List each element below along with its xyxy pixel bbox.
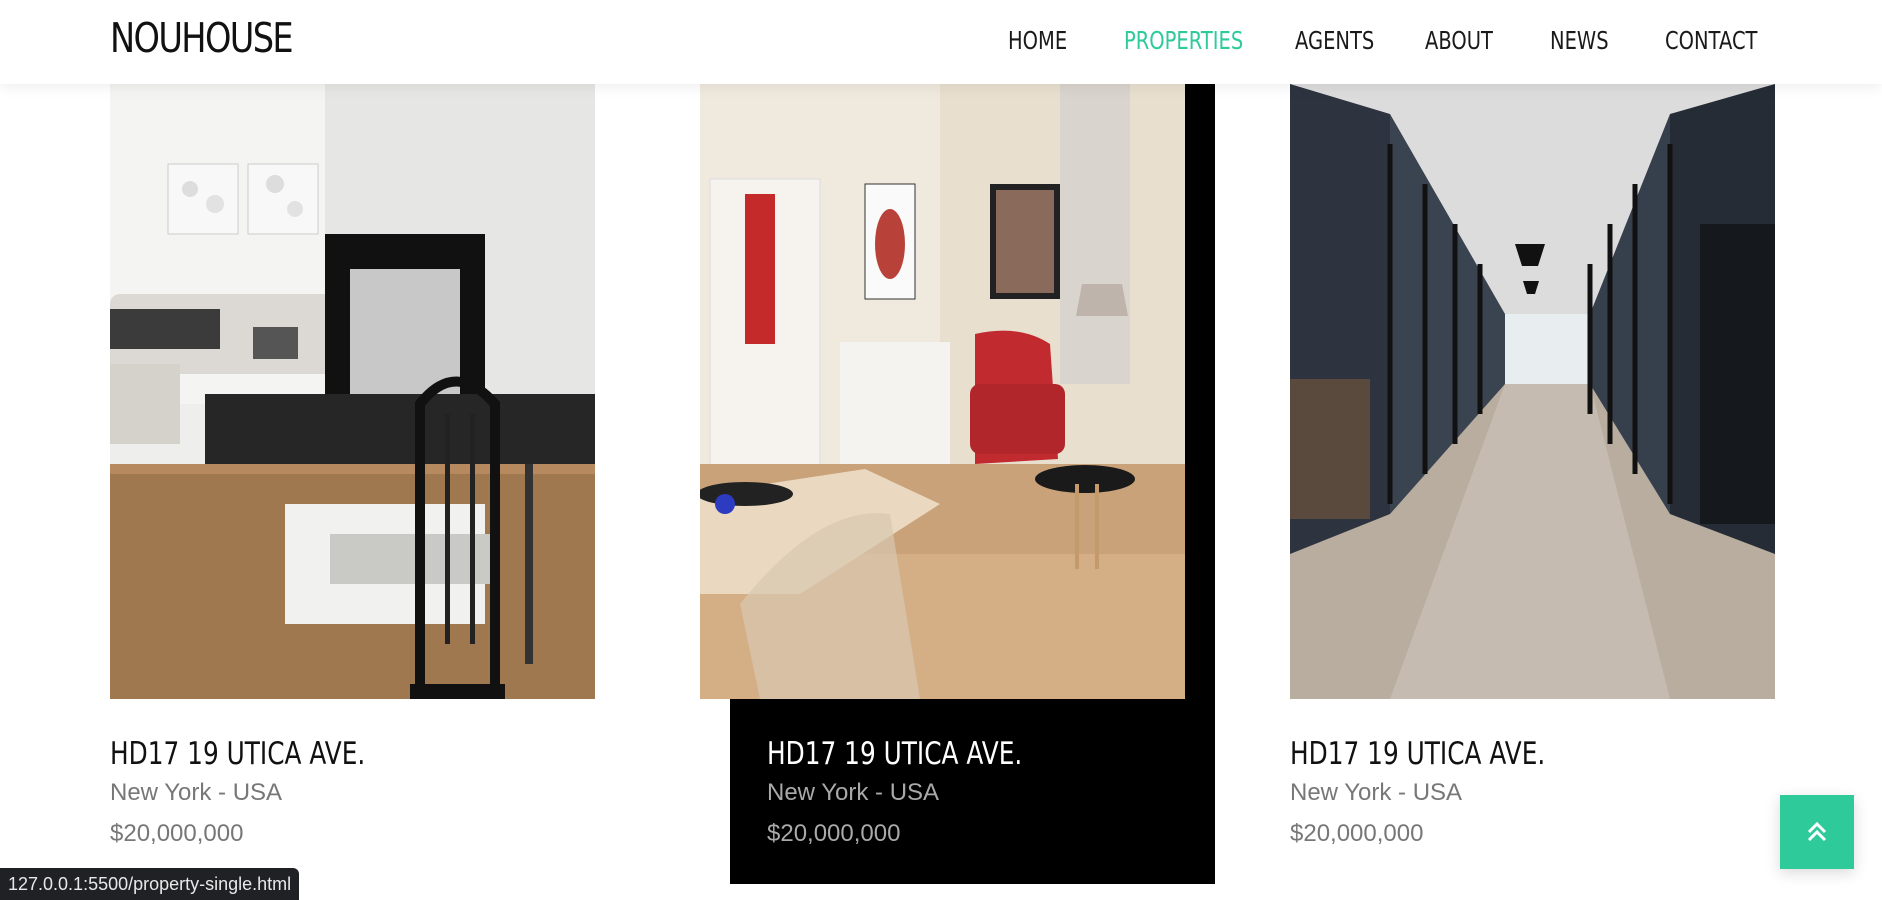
property-price: $20,000,000: [767, 820, 901, 847]
property-title[interactable]: HD17 19 UTICA AVE.: [767, 736, 1022, 772]
living-room-red-chair-image: [700, 84, 1185, 699]
property-photo[interactable]: [700, 84, 1185, 699]
property-photo[interactable]: [1290, 84, 1775, 699]
double-chevron-up-icon: [1807, 821, 1827, 842]
living-room-fireplace-image: [110, 84, 595, 699]
property-title[interactable]: HD17 19 UTICA AVE.: [110, 736, 365, 772]
property-location: New York - USA: [1290, 779, 1463, 806]
navbar: NOUHOUSE HOME PROPERTIES AGENTS ABOUT NE…: [0, 0, 1882, 84]
status-bar-url: 127.0.0.1:5500/property-single.html: [0, 868, 300, 900]
property-location: New York - USA: [767, 779, 940, 806]
nav-agents[interactable]: AGENTS: [1295, 26, 1374, 55]
property-location: New York - USA: [110, 779, 283, 806]
nav-properties[interactable]: PROPERTIES: [1124, 26, 1243, 55]
property-title[interactable]: HD17 19 UTICA AVE.: [1290, 736, 1545, 772]
property-price: $20,000,000: [1290, 820, 1424, 847]
office-corridor-image: [1290, 84, 1775, 699]
nav-about[interactable]: ABOUT: [1425, 26, 1493, 55]
property-photo[interactable]: [110, 84, 595, 699]
nav-news[interactable]: NEWS: [1550, 26, 1609, 55]
brand-logo[interactable]: NOUHOUSE: [110, 14, 294, 62]
property-price: $20,000,000: [110, 820, 244, 847]
nav-home[interactable]: HOME: [1008, 26, 1067, 55]
back-to-top-button[interactable]: [1780, 795, 1854, 869]
nav-contact[interactable]: CONTACT: [1665, 26, 1757, 55]
